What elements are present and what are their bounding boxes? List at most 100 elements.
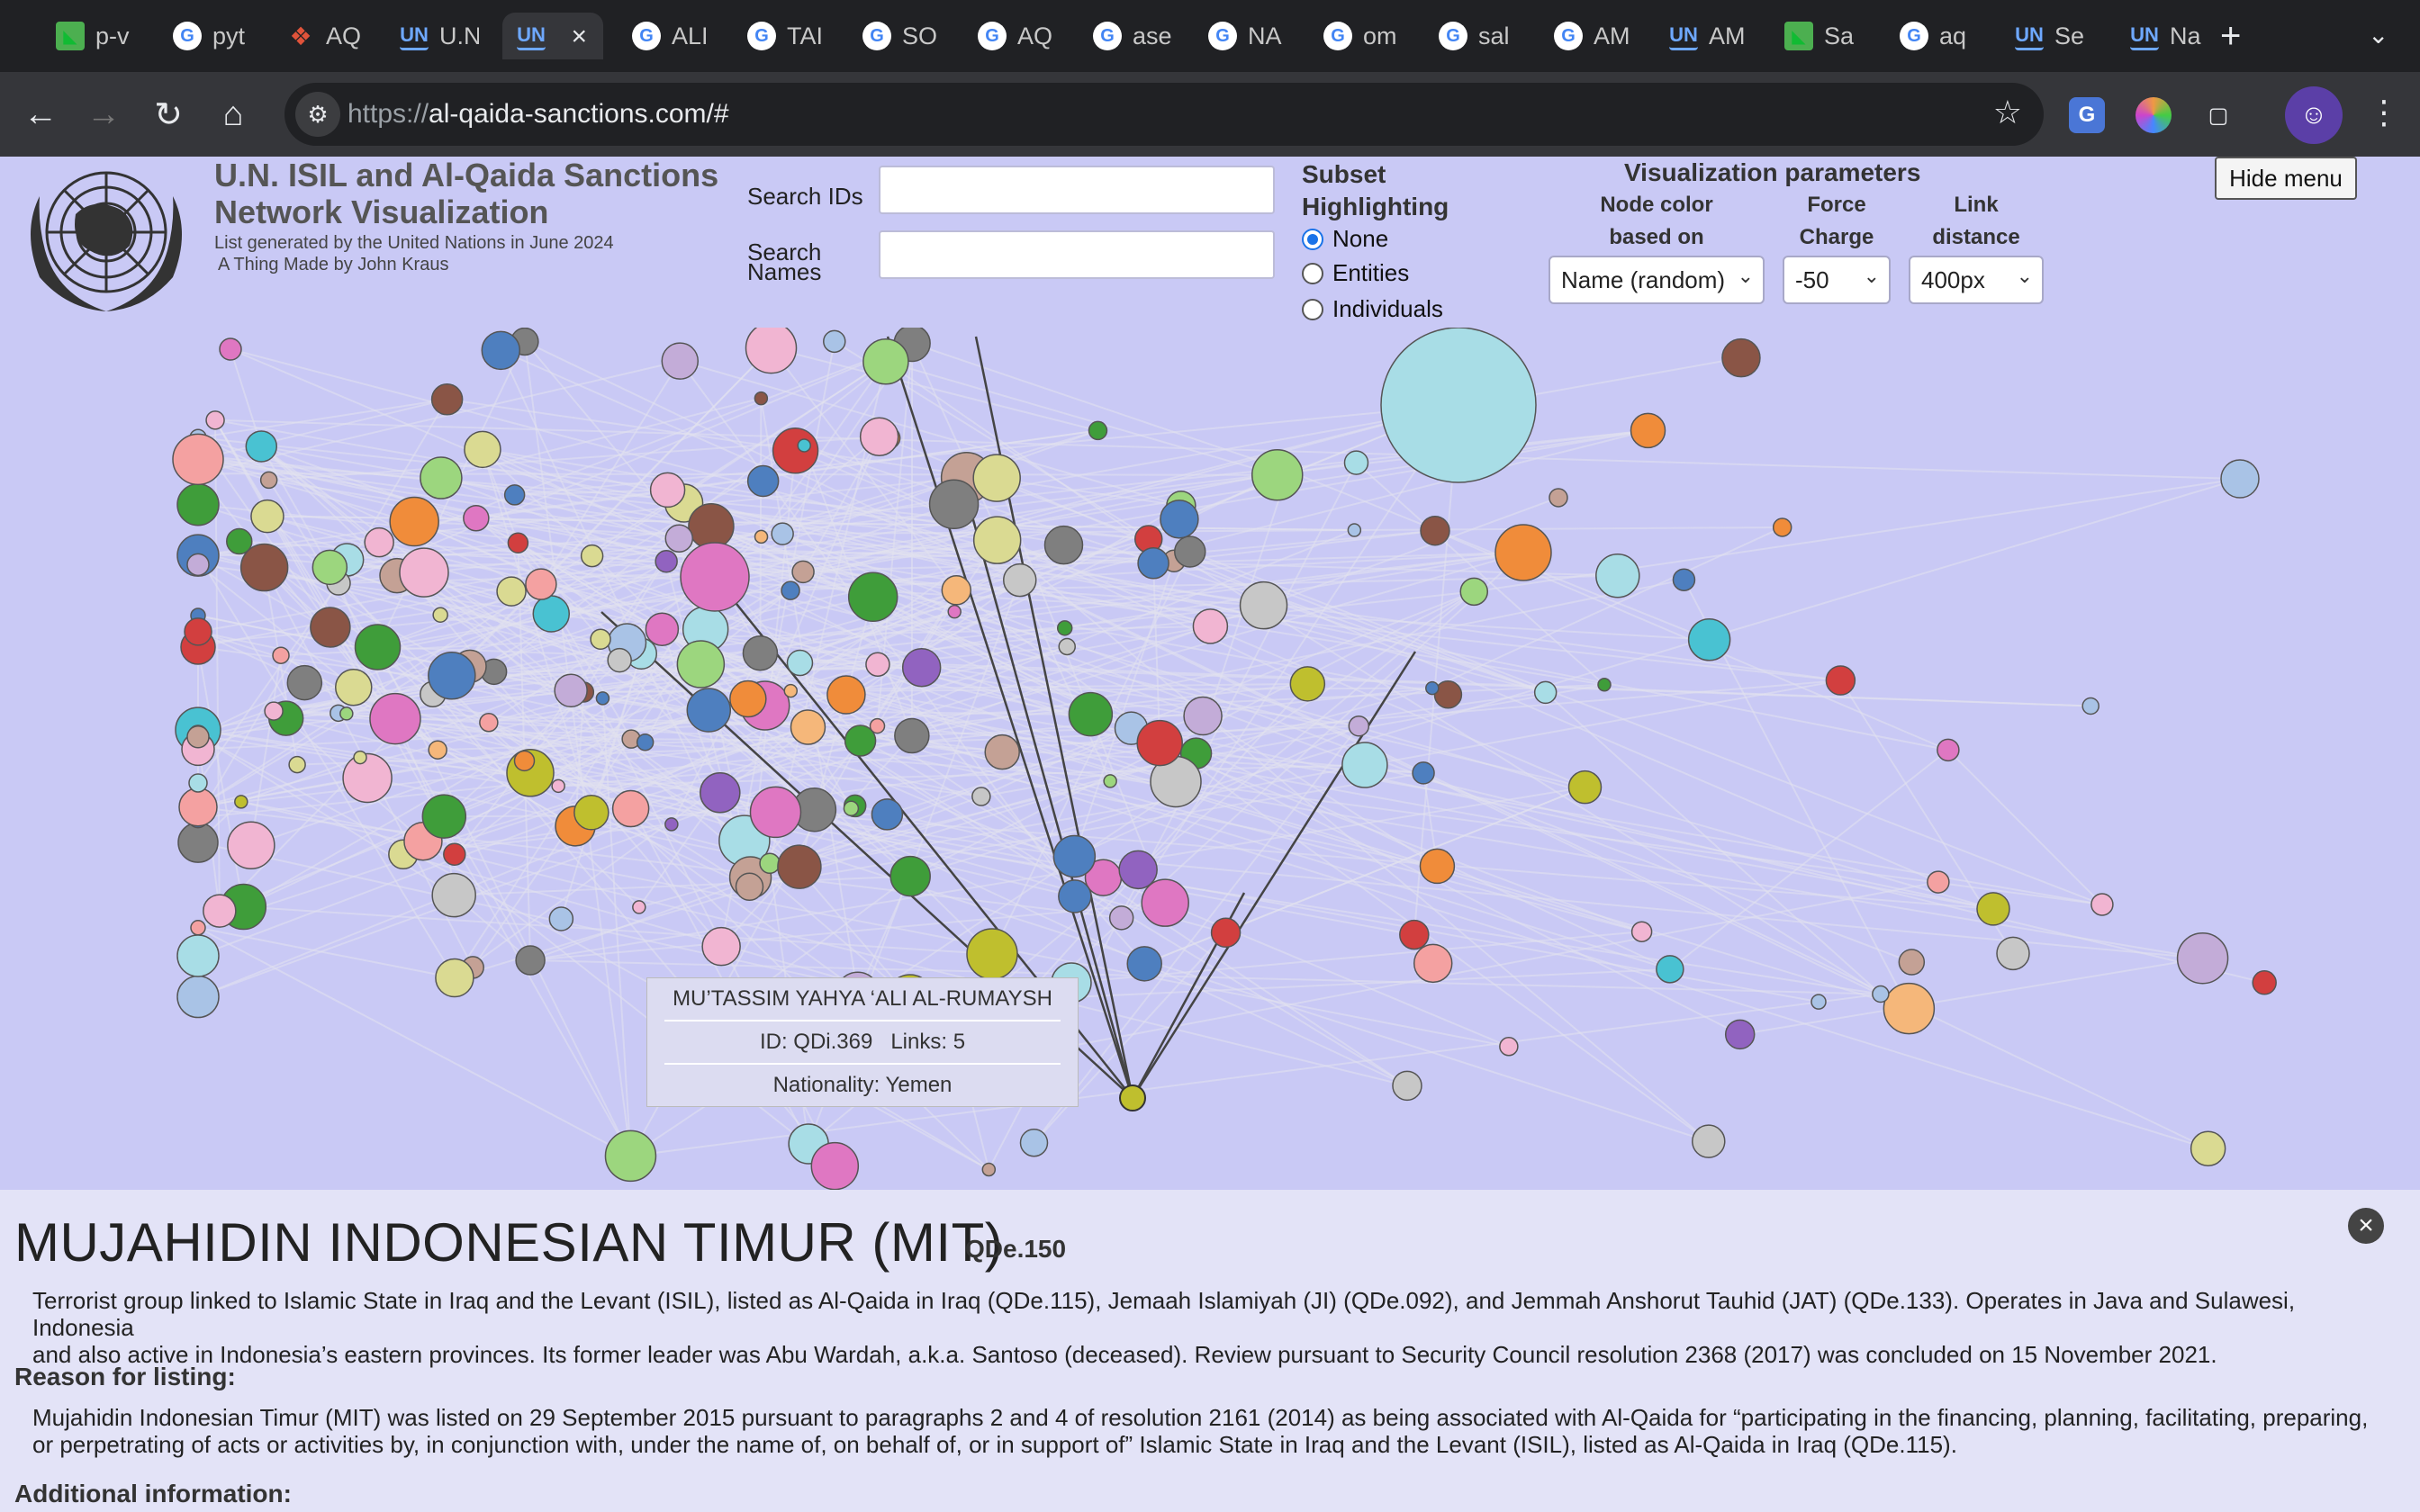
graph-node[interactable] [2176,932,2229,985]
graph-node[interactable] [503,484,526,506]
graph-node[interactable] [186,725,210,749]
graph-node[interactable] [2252,970,2277,995]
graph-node[interactable] [479,713,499,733]
graph-node[interactable] [1567,770,1603,805]
search-names-input[interactable] [879,230,1275,279]
graph-node[interactable] [205,410,225,430]
graph-node[interactable] [176,483,220,526]
graph-node[interactable] [1058,879,1092,914]
browser-tab[interactable]: Gom [1309,13,1403,59]
browser-tab[interactable]: ◣ p-v [41,13,135,59]
graph-node[interactable] [661,342,700,380]
graph-node[interactable] [783,683,799,698]
graph-node[interactable] [420,456,463,500]
graph-node[interactable] [1630,921,1653,942]
radio-entities[interactable]: Entities [1302,259,1409,287]
graph-node[interactable] [190,920,206,936]
graph-node[interactable] [272,646,290,664]
forward-arrow-icon[interactable]: → [81,92,126,137]
link-distance-select[interactable]: 400px ⌄ [1909,256,2044,304]
graph-node[interactable] [847,572,898,623]
graph-node[interactable] [823,329,846,354]
graph-node[interactable] [1672,568,1696,591]
color-extension-icon[interactable] [2136,97,2172,133]
graph-node[interactable] [1883,982,1936,1035]
graph-node[interactable] [1174,536,1206,568]
graph-node[interactable] [234,795,248,809]
browser-tab[interactable]: G SO [848,13,942,59]
graph-node[interactable] [428,652,476,700]
browser-tab[interactable]: UN Se [2000,13,2094,59]
graph-node[interactable] [1721,338,1761,378]
browser-tab[interactable]: UN AM [1655,13,1748,59]
graph-node[interactable] [797,438,811,453]
graph-node[interactable] [2090,893,2114,916]
graph-node[interactable] [1137,547,1169,580]
graph-node[interactable] [464,430,501,469]
graph-node[interactable] [364,526,394,558]
graph-node[interactable] [1126,946,1162,982]
graph-node[interactable] [481,330,521,371]
graph-node[interactable] [548,906,574,932]
bookmark-star-icon[interactable]: ☆ [1993,94,2022,131]
graph-node[interactable] [735,872,764,901]
reload-icon[interactable]: ↻ [146,92,191,137]
graph-node[interactable] [859,417,899,456]
browser-tab[interactable]: G TAI [733,13,826,59]
hovered-graph-node[interactable] [1119,1084,1146,1112]
graph-node[interactable] [826,675,866,715]
graph-node[interactable] [688,502,735,550]
graph-node[interactable] [227,821,275,869]
browser-tab[interactable]: Gase [1079,13,1172,59]
graph-node[interactable] [871,798,904,831]
graph-node[interactable] [176,975,220,1019]
browser-tab[interactable]: Gaq [1885,13,1979,59]
graph-node[interactable] [632,900,646,914]
graph-node[interactable] [264,701,284,721]
graph-node[interactable] [701,926,741,967]
graph-node[interactable] [700,772,741,814]
graph-node[interactable] [607,647,632,673]
graph-node[interactable] [177,822,219,863]
graph-node[interactable] [310,607,351,648]
graph-node[interactable] [286,664,323,701]
graph-node[interactable] [984,734,1020,770]
browser-tab[interactable]: G AQ [963,13,1057,59]
graph-node[interactable] [507,532,529,554]
graph-node[interactable] [245,430,278,463]
graph-node[interactable] [772,428,819,474]
graph-node[interactable] [259,471,278,490]
graph-node[interactable] [759,852,781,875]
graph-node[interactable] [901,647,942,688]
graph-node[interactable] [1724,1019,1756,1050]
graph-node[interactable] [435,958,474,998]
graph-node[interactable] [1499,1037,1519,1057]
new-tab-button[interactable]: + [2220,16,2241,57]
graph-node[interactable] [604,1130,657,1183]
graph-node[interactable] [791,560,815,584]
graph-node[interactable] [226,527,253,555]
graph-node[interactable] [894,717,930,754]
graph-node[interactable] [369,692,421,745]
browser-tab[interactable]: G AM [1540,13,1633,59]
network-graph[interactable] [0,328,2420,1190]
hide-menu-button[interactable]: Hide menu [2215,157,2357,200]
graph-node[interactable] [1347,523,1362,537]
graph-node[interactable] [573,795,610,831]
graph-node[interactable] [342,752,393,804]
graph-node[interactable] [1927,870,1950,894]
graph-node[interactable] [496,576,527,607]
graph-node[interactable] [1533,680,1558,705]
close-icon[interactable]: × [2348,1208,2384,1244]
graph-node[interactable] [1549,488,1568,508]
graph-node[interactable] [554,673,588,708]
graph-node[interactable] [664,524,694,553]
graph-node[interactable] [972,454,1021,502]
graph-node[interactable] [636,734,655,752]
browser-tab[interactable]: G ALI [618,13,711,59]
graph-node[interactable] [1160,500,1199,539]
graph-node[interactable] [1239,580,1288,630]
graph-node[interactable] [1810,994,1827,1010]
graph-node[interactable] [353,750,367,765]
graph-node[interactable] [515,945,546,976]
